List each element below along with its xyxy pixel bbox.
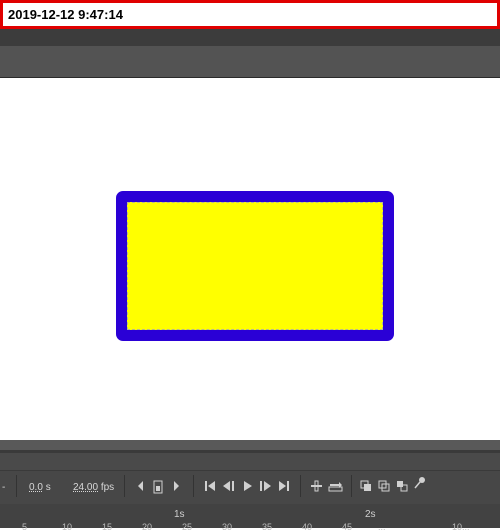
ruler-frame-number: 30 xyxy=(222,522,233,532)
current-time-value[interactable]: 0.0 xyxy=(29,482,43,493)
selection-outline xyxy=(127,202,383,330)
playhead-marker-icon[interactable] xyxy=(153,480,163,494)
separator xyxy=(351,475,352,497)
timestamp-text: 2019-12-12 9:47:14 xyxy=(8,7,123,22)
pin-icon[interactable] xyxy=(413,476,427,490)
stage-canvas[interactable] xyxy=(0,78,500,440)
next-arrow-icon[interactable] xyxy=(172,480,181,492)
current-time-unit: s xyxy=(45,482,51,493)
go-to-first-frame-icon[interactable] xyxy=(204,480,216,492)
fps-value[interactable]: 24.00 xyxy=(73,482,98,493)
ruler-second-label: 1s xyxy=(174,509,185,520)
ruler-frame-number: 10... xyxy=(452,522,470,532)
frame-rate-readout[interactable]: 24.00 fps xyxy=(73,482,114,493)
ruler-frame-number: 20 xyxy=(142,522,153,532)
separator xyxy=(193,475,194,497)
play-icon[interactable] xyxy=(243,480,253,492)
loop-icon[interactable] xyxy=(328,480,343,492)
ruler-frame-number: 10 xyxy=(62,522,73,532)
separator xyxy=(124,475,125,497)
timeline-panel: - 0.0 s 24.00 fps 1s 2s 5 10 15 20 25 30… xyxy=(0,471,500,532)
ruler-frame-number: ... xyxy=(378,522,386,532)
edit-toolbar xyxy=(0,46,500,78)
current-time-readout[interactable]: 0.0 s xyxy=(29,482,51,493)
frame-ruler[interactable]: 1s 2s 5 10 15 20 25 30 35 40 45 ... 10..… xyxy=(0,504,500,532)
onion-skin-icon[interactable] xyxy=(360,480,372,492)
ruler-frame-number: 35 xyxy=(262,522,273,532)
title-bar xyxy=(0,29,500,46)
ruler-frame-number: 15 xyxy=(102,522,113,532)
go-to-last-frame-icon[interactable] xyxy=(278,480,290,492)
edit-multiple-frames-icon[interactable] xyxy=(396,480,408,492)
onion-skin-outline-icon[interactable] xyxy=(378,480,390,492)
prev-arrow-icon[interactable] xyxy=(136,480,145,492)
panel-divider[interactable] xyxy=(0,440,500,450)
timestamp-bar: 2019-12-12 9:47:14 xyxy=(0,0,500,29)
step-forward-icon[interactable] xyxy=(258,480,272,492)
layer-indicator: - xyxy=(2,482,6,493)
ruler-frame-number: 25 xyxy=(182,522,193,532)
ruler-frame-number: 40 xyxy=(302,522,313,532)
separator xyxy=(300,475,301,497)
fps-unit: fps xyxy=(100,482,115,493)
ruler-second-label: 2s xyxy=(365,509,376,520)
ruler-frame-number: 5 xyxy=(22,522,28,532)
insert-keyframe-icon[interactable] xyxy=(310,480,323,492)
ruler-frame-number: 45 xyxy=(342,522,353,532)
separator xyxy=(16,475,17,497)
timeline-panel-header xyxy=(0,453,500,471)
step-back-icon[interactable] xyxy=(222,480,236,492)
rectangle-shape[interactable] xyxy=(116,191,394,341)
